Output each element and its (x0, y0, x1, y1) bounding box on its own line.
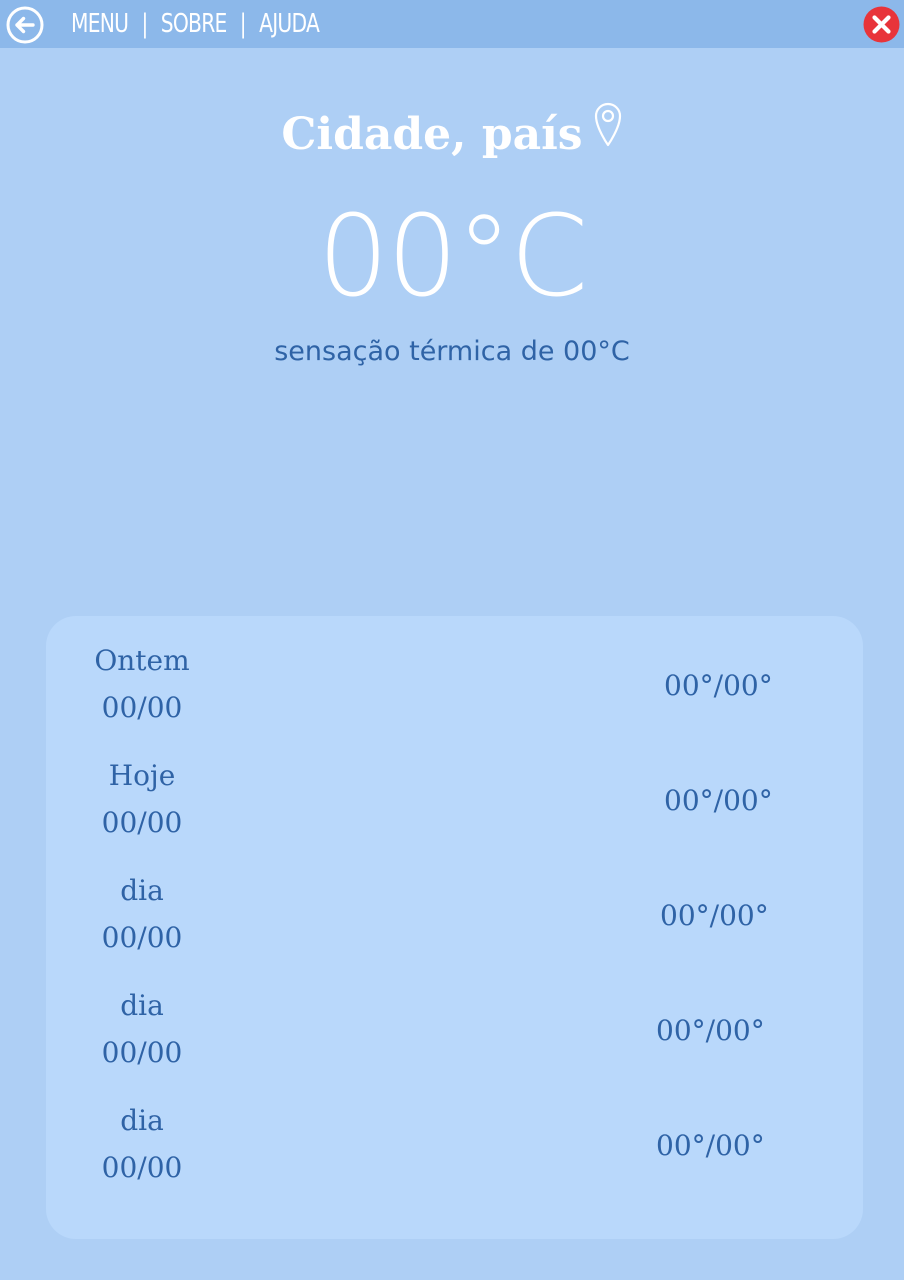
nav-sobre-link[interactable]: SOBRE (161, 9, 228, 39)
nav-ajuda-link[interactable]: AJUDA (259, 9, 320, 39)
forecast-day: dia 00/00 (46, 982, 238, 1076)
forecast-day: Hoje 00/00 (46, 752, 238, 846)
forecast-row: dia 00/00 00°/00° (46, 1076, 863, 1191)
city-country-label: Cidade, país (281, 109, 583, 160)
top-bar: MENU | SOBRE | AJUDA (0, 0, 904, 48)
forecast-row: Ontem 00/00 00°/00° (46, 616, 863, 731)
nav-separator: | (141, 9, 148, 39)
forecast-day-label: Ontem (94, 644, 190, 677)
forecast-day: dia 00/00 (46, 1097, 238, 1191)
forecast-card: Ontem 00/00 00°/00° Hoje 00/00 00°/00° d… (46, 616, 863, 1239)
forecast-temp-range: 00°/00° (656, 1014, 765, 1047)
forecast-date: 00/00 (101, 921, 183, 954)
forecast-day: Ontem 00/00 (46, 637, 238, 731)
nav-separator: | (239, 9, 247, 39)
forecast-day-label: Hoje (108, 759, 176, 792)
current-temperature: 00°C (317, 192, 589, 322)
feels-like-text: sensação térmica de 00°C (274, 336, 630, 367)
back-arrow-icon[interactable] (5, 5, 45, 45)
forecast-temp-range: 00°/00° (660, 899, 769, 932)
forecast-temp-range: 00°/00° (664, 669, 773, 702)
forecast-date: 00/00 (101, 1151, 183, 1184)
forecast-day-label: dia (120, 874, 164, 907)
top-nav: MENU | SOBRE | AJUDA (71, 4, 320, 44)
forecast-temp-range: 00°/00° (664, 784, 773, 817)
nav-menu-link[interactable]: MENU (71, 9, 129, 39)
forecast-row: dia 00/00 00°/00° (46, 961, 863, 1076)
forecast-temp-range: 00°/00° (656, 1129, 765, 1162)
location-pin-icon (593, 99, 623, 169)
close-icon[interactable] (863, 6, 900, 43)
location-title: Cidade, país (0, 100, 904, 170)
forecast-date: 00/00 (101, 691, 183, 724)
forecast-day-label: dia (120, 989, 164, 1022)
forecast-row: dia 00/00 00°/00° (46, 846, 863, 961)
forecast-date: 00/00 (101, 1036, 183, 1069)
forecast-day: dia 00/00 (46, 867, 238, 961)
forecast-row: Hoje 00/00 00°/00° (46, 731, 863, 846)
forecast-day-label: dia (120, 1104, 164, 1137)
forecast-date: 00/00 (101, 806, 183, 839)
